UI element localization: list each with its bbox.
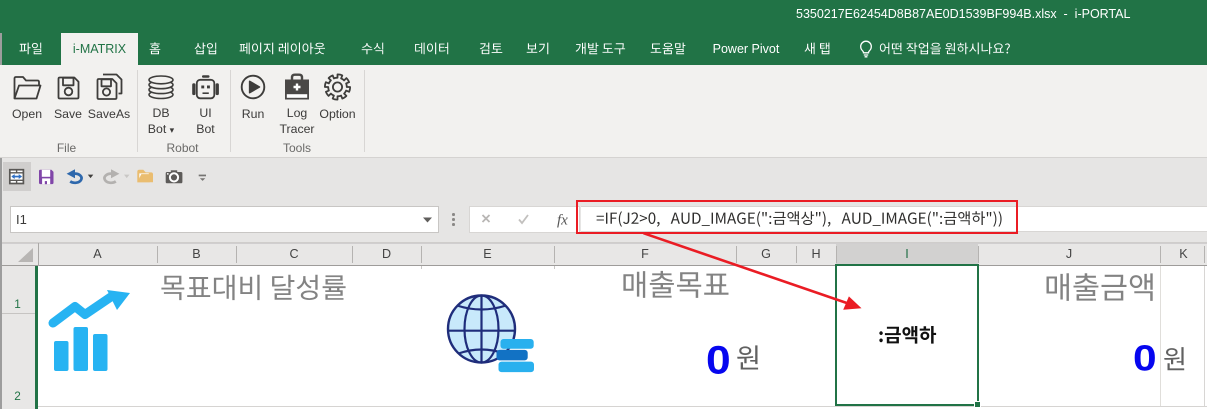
svg-text:fx: fx — [557, 213, 568, 229]
